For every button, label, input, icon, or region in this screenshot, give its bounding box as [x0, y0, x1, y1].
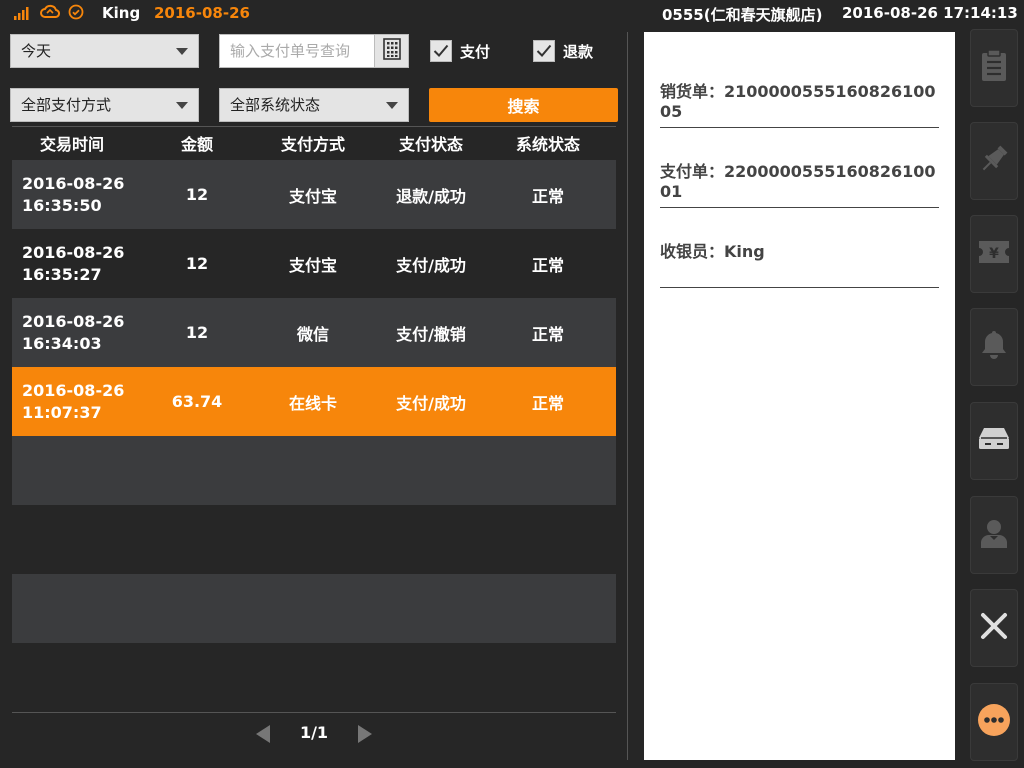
- amount: 12: [185, 254, 209, 273]
- date-range-value: 今天: [21, 42, 52, 60]
- trade-clock: 11:07:37: [22, 403, 102, 422]
- chevron-down-icon: [176, 48, 188, 55]
- sales-order-number: 销货单：2100000555160826100​05: [660, 82, 936, 121]
- notification-button[interactable]: [970, 308, 1018, 386]
- table-row[interactable]: 2016-08-26 16:34:03 12 微信 支付/撤销 正常: [12, 298, 616, 367]
- search-input[interactable]: [220, 35, 376, 67]
- pay-method: 微信: [296, 324, 329, 344]
- pay-method: 在线卡: [288, 393, 337, 413]
- trade-clock: 16:35:50: [22, 196, 102, 215]
- pay-method-select[interactable]: 全部支付方式: [10, 88, 199, 122]
- payment-order-number: 支付单：2200000555160826100​01: [660, 162, 936, 201]
- page-indicator: 1/1: [299, 723, 329, 742]
- pay-status: 支付/成功: [396, 255, 466, 275]
- svg-text:¥: ¥: [989, 246, 999, 262]
- chevron-down-icon: [386, 102, 398, 109]
- trade-date: 2016-08-26: [22, 174, 125, 193]
- header-pay-method: 支付方式: [280, 135, 345, 154]
- checkbox-checked-icon: [533, 40, 555, 62]
- pay-status: 退款/成功: [396, 186, 466, 206]
- empty-row: [12, 574, 616, 643]
- next-page-icon[interactable]: [358, 725, 372, 743]
- trade-date: 2016-08-26: [22, 381, 125, 400]
- divider: [12, 712, 616, 713]
- header-amount: 金额: [180, 135, 213, 154]
- business-date: 2016-08-26: [154, 4, 250, 22]
- pay-checkbox[interactable]: 支付: [430, 40, 490, 62]
- cash-drawer-icon: [977, 425, 1011, 457]
- refund-checkbox-label: 退款: [563, 42, 594, 61]
- bell-icon: [979, 329, 1009, 365]
- pay-status: 支付/撤销: [396, 324, 466, 344]
- cloud-sync-icon: [40, 4, 60, 24]
- search-button[interactable]: 搜索: [429, 88, 618, 122]
- pin-button[interactable]: [970, 122, 1018, 200]
- cashier-user-icon: [978, 517, 1010, 553]
- pay-method-value: 全部支付方式: [21, 96, 112, 114]
- yuan-ticket-icon: ¥: [977, 238, 1011, 270]
- more-icon: [977, 703, 1011, 741]
- ticket-button[interactable]: ¥: [970, 215, 1018, 293]
- amount: 12: [185, 323, 209, 342]
- prev-page-icon[interactable]: [256, 725, 270, 743]
- system-status: 正常: [531, 324, 564, 344]
- system-status-value: 全部系统状态: [230, 96, 321, 114]
- divider: [12, 126, 616, 127]
- system-status: 正常: [531, 393, 564, 413]
- table-header: 交易时间 金额 支付方式 支付状态 系统状态: [12, 129, 616, 157]
- system-status: 正常: [531, 255, 564, 275]
- pin-icon: [977, 142, 1011, 180]
- system-status-select[interactable]: 全部系统状态: [219, 88, 409, 122]
- chevron-down-icon: [176, 102, 188, 109]
- keypad-icon: [382, 38, 401, 64]
- divider: [660, 207, 939, 208]
- trade-date: 2016-08-26: [22, 243, 125, 262]
- current-datetime: 2016-08-26 17:14:13: [842, 4, 1018, 22]
- table-row-selected[interactable]: 2016-08-26 11:07:37 63.74 在线卡 支付/成功 正常: [12, 367, 616, 436]
- cashier-button[interactable]: [970, 496, 1018, 574]
- divider: [660, 127, 939, 128]
- header-pay-status: 支付状态: [398, 135, 463, 154]
- orders-button[interactable]: [970, 29, 1018, 107]
- transaction-detail-panel: 销货单：2100000555160826100​05 支付单：220000055…: [644, 32, 955, 760]
- trade-clock: 16:35:27: [22, 265, 102, 284]
- store-name: 0555(仁和春天旗舰店): [662, 6, 823, 24]
- pay-status: 支付/成功: [396, 393, 466, 413]
- keypad-button[interactable]: [374, 35, 408, 67]
- pay-checkbox-label: 支付: [460, 42, 491, 61]
- status-icons: [14, 4, 84, 24]
- trade-date: 2016-08-26: [22, 312, 125, 331]
- payment-number-search: [219, 34, 409, 68]
- cash-drawer-button[interactable]: [970, 402, 1018, 480]
- amount: 12: [185, 185, 209, 204]
- checkbox-checked-icon: [430, 40, 452, 62]
- pay-method: 支付宝: [288, 255, 337, 275]
- pay-method: 支付宝: [288, 186, 337, 206]
- trade-clock: 16:34:03: [22, 334, 102, 353]
- status-bar: King 2016-08-26 0555(仁和春天旗舰店) 2016-08-26…: [0, 0, 1024, 28]
- signal-icon: [14, 5, 32, 24]
- close-button[interactable]: [970, 589, 1018, 667]
- system-status: 正常: [531, 186, 564, 206]
- current-user: King: [102, 4, 141, 22]
- pagination: 1/1: [250, 722, 380, 746]
- check-circle-icon: [68, 4, 84, 24]
- header-trade-time: 交易时间: [39, 135, 104, 154]
- date-range-select[interactable]: 今天: [10, 34, 199, 68]
- empty-row: [12, 436, 616, 505]
- refund-checkbox[interactable]: 退款: [533, 40, 593, 62]
- empty-row: [12, 505, 616, 574]
- panel-divider: [627, 32, 628, 760]
- close-icon: [979, 611, 1009, 645]
- header-system-status: 系统状态: [515, 135, 580, 154]
- clipboard-icon: [979, 49, 1009, 87]
- amount: 63.74: [171, 392, 223, 411]
- table-row[interactable]: 2016-08-26 16:35:27 12 支付宝 支付/成功 正常: [12, 229, 616, 298]
- divider: [660, 287, 939, 288]
- cashier-name: 收银员：King: [660, 242, 765, 261]
- table-row[interactable]: 2016-08-26 16:35:50 12 支付宝 退款/成功 正常: [12, 160, 616, 229]
- more-button[interactable]: [970, 683, 1018, 761]
